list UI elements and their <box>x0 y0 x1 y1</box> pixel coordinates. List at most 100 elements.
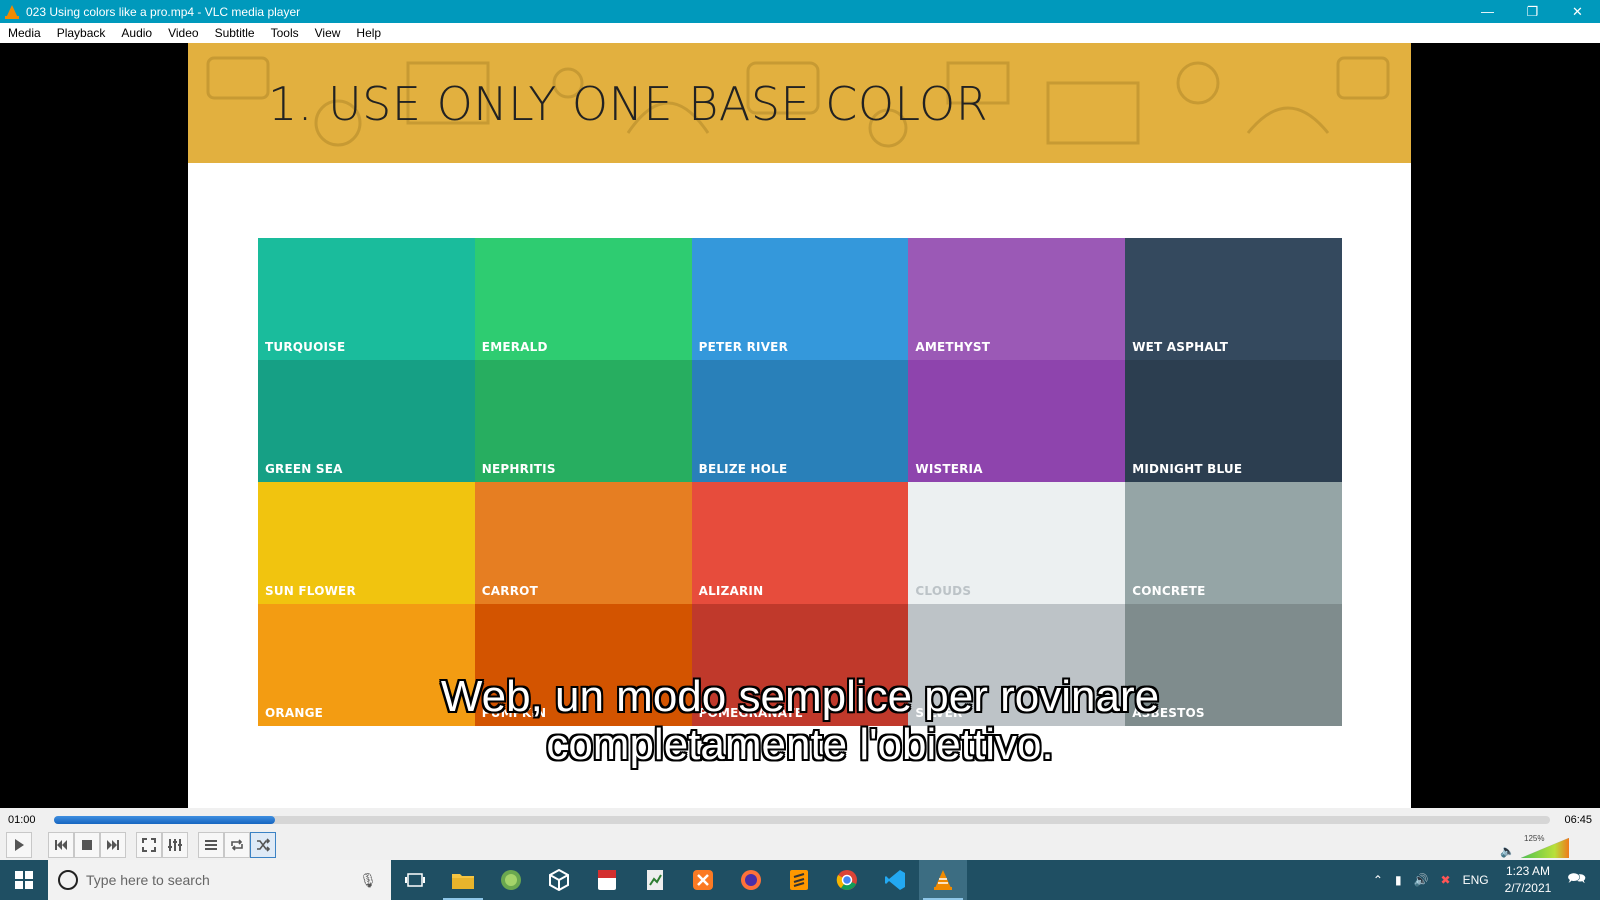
color-swatch: SUN FLOWER <box>258 482 475 604</box>
elapsed-time[interactable]: 01:00 <box>8 814 36 826</box>
skip-forward-icon <box>107 840 119 850</box>
network-disconnected-icon[interactable]: ✖ <box>1441 873 1451 887</box>
system-clock[interactable]: 1:23 AM 2/7/2021 <box>1505 863 1552 897</box>
taskbar-file-explorer[interactable] <box>439 860 487 900</box>
swatch-label: CARROT <box>481 584 538 598</box>
pdf-icon <box>598 870 616 890</box>
subtitle-line-2: completamente l'obiettivo. <box>546 720 1054 769</box>
color-swatch: GREEN SEA <box>258 360 475 482</box>
fullscreen-icon <box>142 838 156 852</box>
swatch-label: WET ASPHALT <box>1132 340 1229 354</box>
taskbar-firefox[interactable] <box>727 860 775 900</box>
task-view-icon <box>405 873 425 887</box>
swatch-label: AMETHYST <box>915 340 991 354</box>
title-bar: 023 Using colors like a pro.mp4 - VLC me… <box>0 0 1600 23</box>
start-button[interactable] <box>0 860 48 900</box>
swatch-label: ALIZARIN <box>698 584 764 598</box>
color-swatch: TURQUOISE <box>258 238 475 360</box>
volume-tray-icon[interactable]: 🔊 <box>1414 873 1429 887</box>
equalizer-icon <box>168 839 182 851</box>
taskbar-globe-app[interactable] <box>487 860 535 900</box>
menu-video[interactable]: Video <box>160 23 206 43</box>
menu-playback[interactable]: Playback <box>49 23 114 43</box>
volume-percent: 125% <box>1524 834 1545 843</box>
clock-date: 2/7/2021 <box>1504 881 1552 895</box>
taskbar-search-box[interactable]: Type here to search 🎙 <box>48 860 391 900</box>
total-time[interactable]: 06:45 <box>1564 814 1592 826</box>
search-placeholder: Type here to search <box>86 872 210 888</box>
show-hidden-icons-chevron-icon[interactable]: ⌃ <box>1373 873 1383 887</box>
color-swatch: BELIZE HOLE <box>691 360 909 482</box>
vscode-icon <box>885 870 905 890</box>
fullscreen-button[interactable] <box>136 832 162 858</box>
clock-time: 1:23 AM <box>1505 864 1550 878</box>
swatch-label: GREEN SEA <box>265 462 343 476</box>
swatch-label: BELIZE HOLE <box>698 462 788 476</box>
extended-settings-button[interactable] <box>162 832 188 858</box>
taskbar-xampp[interactable] <box>679 860 727 900</box>
shuffle-button[interactable] <box>250 832 276 858</box>
color-swatch: CONCRETE <box>1125 482 1342 604</box>
color-swatch: CARROT <box>474 482 692 604</box>
stop-button[interactable] <box>74 832 100 858</box>
playlist-button[interactable] <box>198 832 224 858</box>
swatch-label: CONCRETE <box>1132 584 1206 598</box>
language-indicator[interactable]: ENG <box>1463 873 1489 887</box>
swatch-label: SUN FLOWER <box>265 584 356 598</box>
subtitle-line-1: Web, un modo semplice per rovinare <box>440 672 1160 721</box>
previous-button[interactable] <box>48 832 74 858</box>
system-tray: ⌃ ▮ 🔊 ✖ ENG 1:23 AM 2/7/2021 🗪 <box>1367 860 1600 900</box>
taskbar-vscode[interactable] <box>871 860 919 900</box>
vlc-icon <box>934 870 952 890</box>
swatch-label: TURQUOISE <box>265 340 346 354</box>
color-swatch: CLOUDS <box>908 482 1126 604</box>
chrome-icon <box>836 870 857 890</box>
microphone-icon[interactable]: 🎙 <box>359 872 377 889</box>
swatch-label: EMERALD <box>481 340 548 354</box>
color-swatch: ALIZARIN <box>691 482 909 604</box>
restore-button[interactable]: ❐ <box>1510 0 1555 23</box>
playlist-icon <box>205 840 217 850</box>
taskbar-unity[interactable] <box>535 860 583 900</box>
menu-media[interactable]: Media <box>0 23 49 43</box>
loop-icon <box>231 839 243 851</box>
swatch-label: NEPHRITIS <box>481 462 556 476</box>
play-button[interactable] <box>6 832 32 858</box>
minimize-button[interactable]: — <box>1465 0 1510 23</box>
color-swatch: WET ASPHALT <box>1125 238 1342 360</box>
color-swatch: WISTERIA <box>908 360 1126 482</box>
menu-subtitle[interactable]: Subtitle <box>207 23 263 43</box>
menu-tools[interactable]: Tools <box>263 23 307 43</box>
player-controls: 01:00 06:45 🔈 125% <box>0 808 1600 860</box>
menu-view[interactable]: View <box>307 23 349 43</box>
loop-button[interactable] <box>224 832 250 858</box>
speaker-icon[interactable]: 🔈 <box>1500 844 1515 858</box>
menu-help[interactable]: Help <box>348 23 389 43</box>
video-area[interactable]: 1. USE ONLY ONE BASE COLOR TURQUOISE EMER… <box>0 43 1600 808</box>
sublime-icon <box>790 870 808 890</box>
taskbar-sublime-text[interactable] <box>775 860 823 900</box>
windows-logo-icon <box>15 871 33 889</box>
shuffle-icon <box>257 838 271 852</box>
vlc-cone-icon <box>4 4 20 20</box>
slide-title: 1. USE ONLY ONE BASE COLOR <box>268 77 989 131</box>
swatch-label: CLOUDS <box>915 584 972 598</box>
play-icon <box>15 839 24 851</box>
taskbar-vlc[interactable] <box>919 860 967 900</box>
firefox-icon <box>741 870 761 890</box>
notification-center-icon[interactable]: 🗪 <box>1567 868 1586 893</box>
swatch-label: PETER RIVER <box>698 340 789 354</box>
battery-icon[interactable]: ▮ <box>1395 873 1402 887</box>
window-title: 023 Using colors like a pro.mp4 - VLC me… <box>26 4 301 19</box>
globe-app-icon <box>501 870 521 890</box>
close-button[interactable]: ✕ <box>1555 0 1600 23</box>
next-button[interactable] <box>100 832 126 858</box>
seek-bar[interactable] <box>54 816 1550 824</box>
taskbar-chrome[interactable] <box>823 860 871 900</box>
color-swatch: PETER RIVER <box>691 238 909 360</box>
task-view-button[interactable] <box>391 860 439 900</box>
skip-back-icon <box>55 840 67 850</box>
taskbar-spreadsheet[interactable] <box>631 860 679 900</box>
taskbar-pdf-reader[interactable] <box>583 860 631 900</box>
menu-audio[interactable]: Audio <box>113 23 160 43</box>
